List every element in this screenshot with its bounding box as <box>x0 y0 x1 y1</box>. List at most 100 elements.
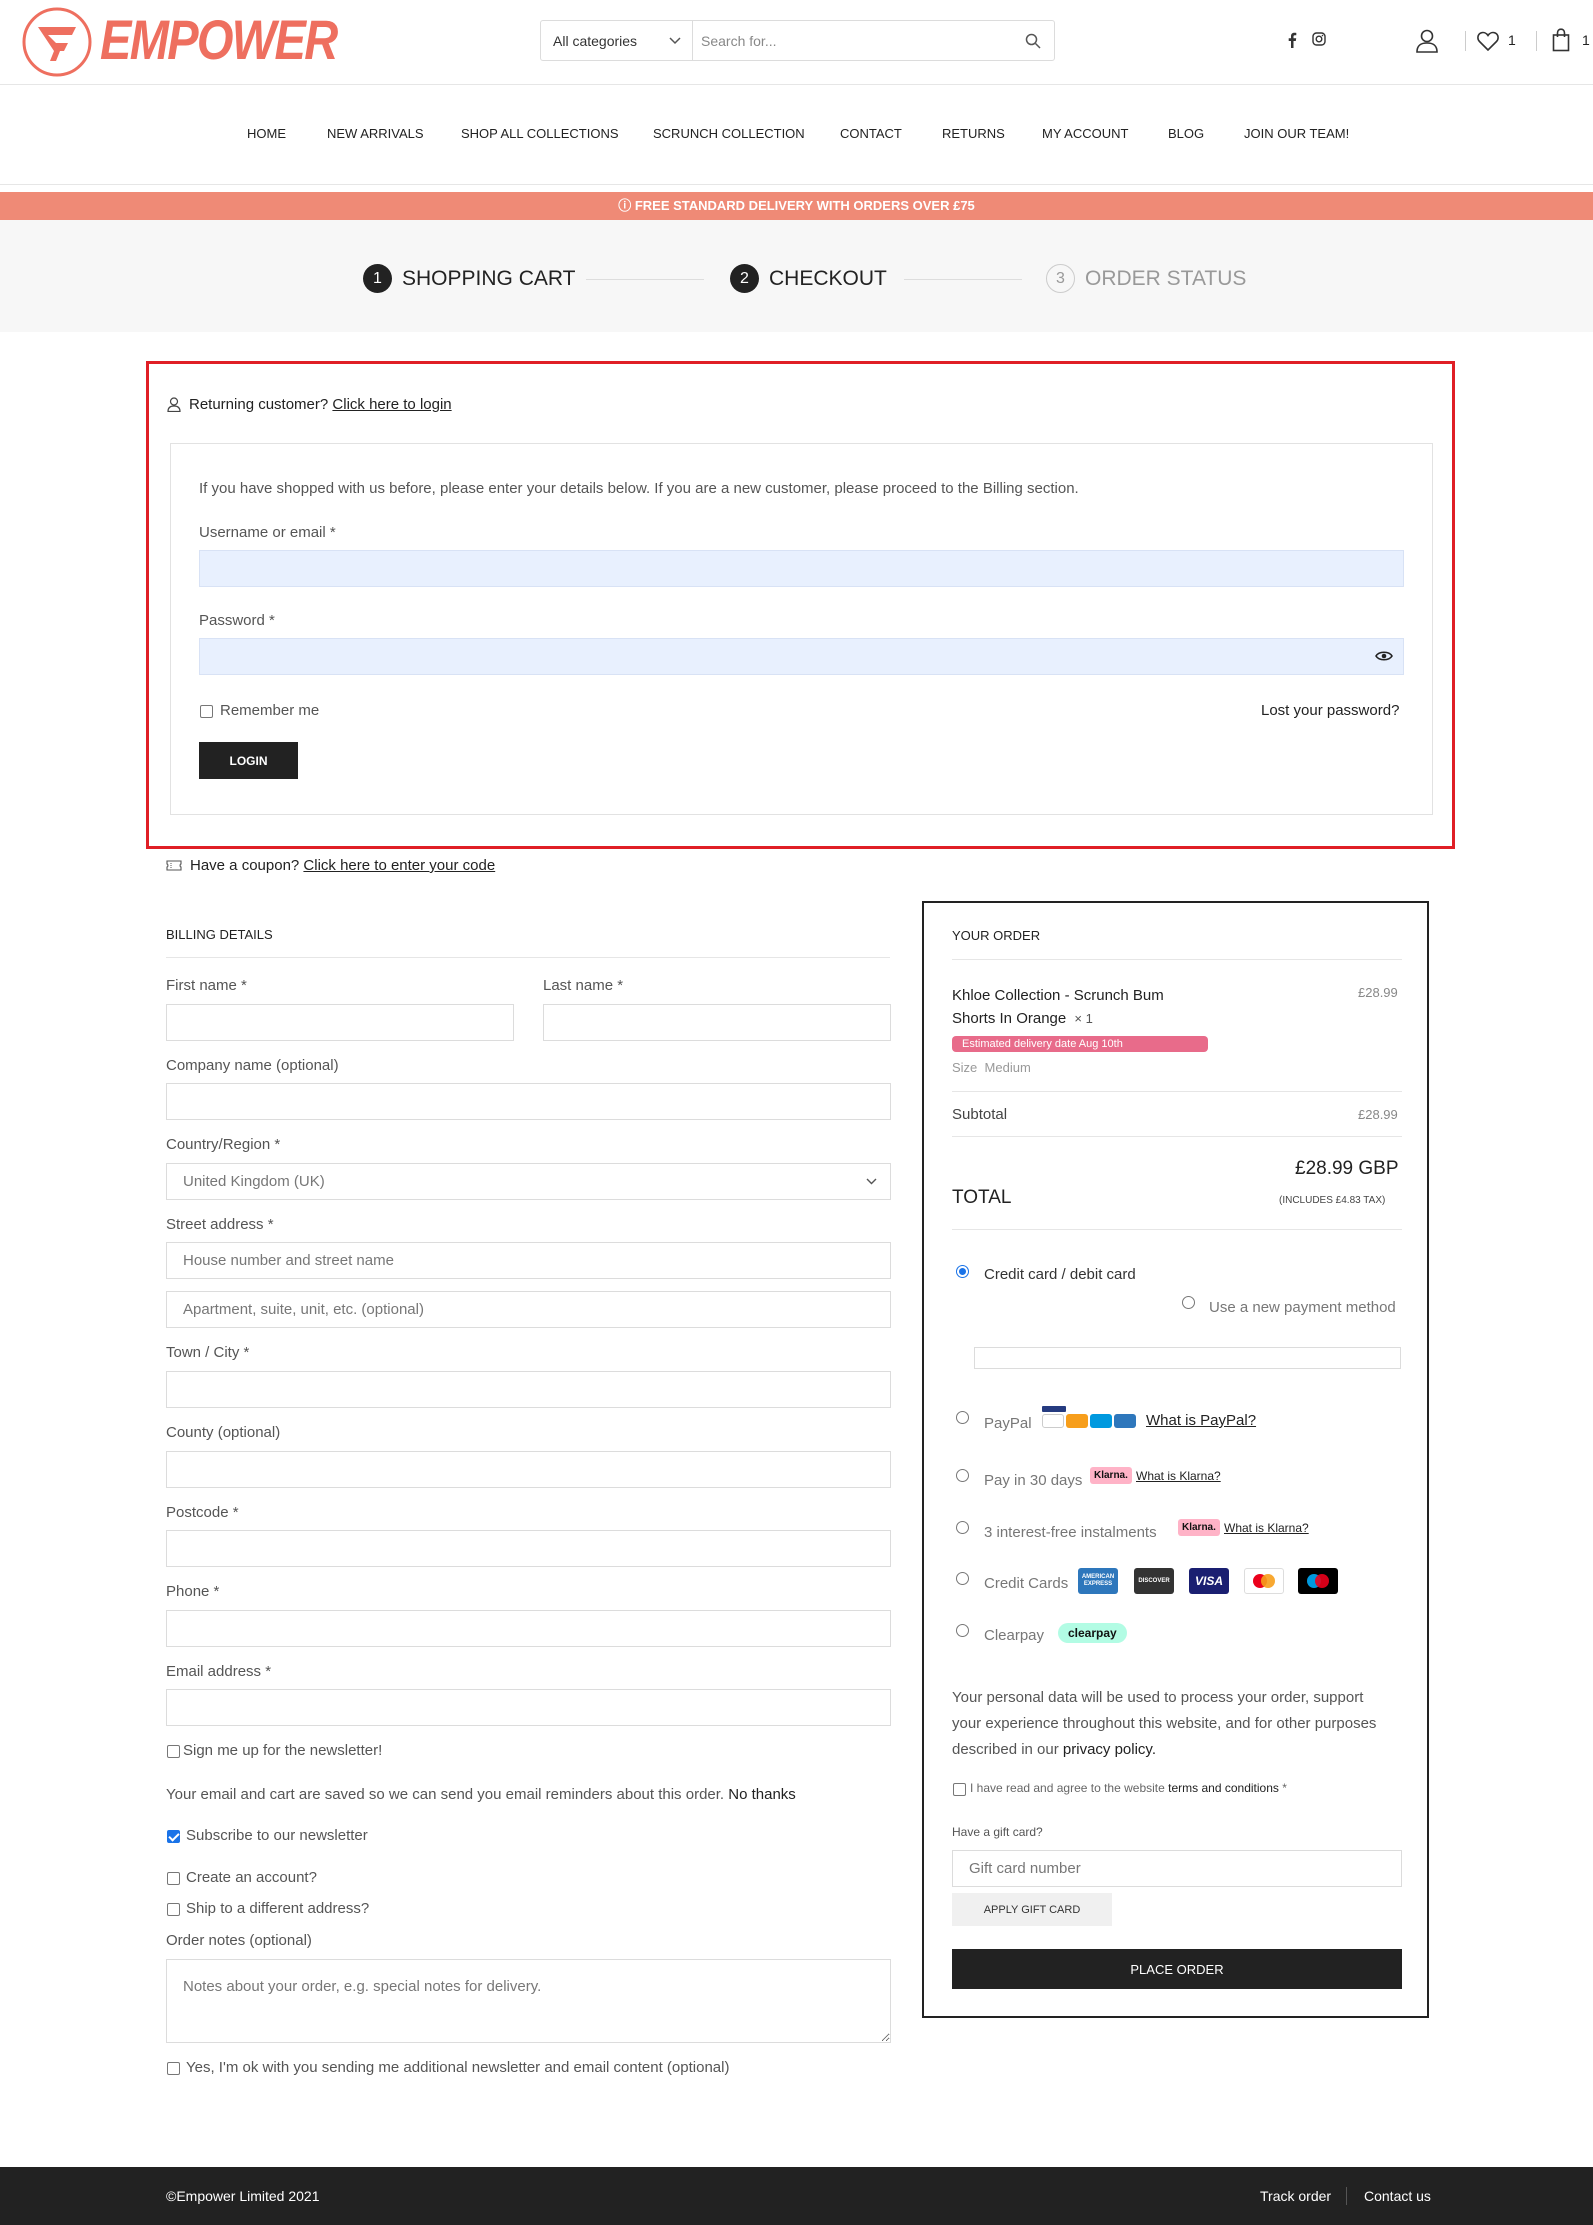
apply-gift-card-button[interactable]: APPLY GIFT CARD <box>952 1893 1112 1926</box>
step-label: CHECKOUT <box>769 266 887 290</box>
search-input[interactable] <box>701 28 1001 54</box>
last-name-field[interactable] <box>543 1004 891 1041</box>
account-icon[interactable] <box>1416 29 1438 53</box>
total-label: TOTAL <box>952 1187 1012 1208</box>
newsletter-signup-checkbox[interactable] <box>167 1745 180 1758</box>
search-bar: All categories <box>540 20 1055 61</box>
login-link[interactable]: Click here to login <box>332 396 451 413</box>
paypal-card-mastercard <box>1066 1414 1088 1428</box>
product-name-line-2: Shorts In Orange × 1 <box>952 1010 1093 1027</box>
town-field[interactable] <box>166 1371 891 1408</box>
gift-card-field[interactable] <box>952 1850 1402 1887</box>
ticket-icon <box>166 860 182 871</box>
size-label: Size <box>952 1060 978 1075</box>
shopping-bag-icon[interactable] <box>1552 28 1570 52</box>
nav-item-blog[interactable]: BLOG <box>1168 126 1204 141</box>
place-order-button[interactable]: PLACE ORDER <box>952 1949 1402 1989</box>
instalments-label: 3 interest-free instalments <box>984 1524 1157 1541</box>
ship-different-address-checkbox[interactable] <box>167 1903 180 1916</box>
cart-saved-text: Your email and cart are saved so we can … <box>166 1786 725 1803</box>
paypal-radio[interactable] <box>956 1411 969 1424</box>
facebook-icon[interactable] <box>1287 32 1297 48</box>
nav-item-shop-all-collections[interactable]: SHOP ALL COLLECTIONS <box>461 126 619 141</box>
street-address-field[interactable] <box>166 1242 891 1279</box>
discover-card-icon: DISCOVER <box>1134 1568 1174 1594</box>
county-field[interactable] <box>166 1451 891 1488</box>
country-label: Country/Region * <box>166 1136 281 1153</box>
remember-me-label: Remember me <box>220 702 320 719</box>
what-is-klarna-link[interactable]: What is Klarna? <box>1136 1469 1221 1483</box>
additional-newsletter-checkbox[interactable] <box>167 2062 180 2075</box>
coupon-link[interactable]: Click here to enter your code <box>303 857 495 874</box>
clearpay-label: Clearpay <box>984 1627 1045 1644</box>
username-field[interactable] <box>199 550 1404 587</box>
no-thanks-link[interactable]: No thanks <box>728 1786 796 1803</box>
phone-field[interactable] <box>166 1610 891 1647</box>
what-is-klarna-link[interactable]: What is Klarna? <box>1224 1521 1309 1535</box>
email-field[interactable] <box>166 1689 891 1726</box>
privacy-text-line-1: Your personal data will be used to proce… <box>952 1689 1364 1706</box>
terms-link[interactable]: terms and conditions <box>1168 1781 1279 1795</box>
paypal-acceptance-mark <box>1042 1406 1142 1428</box>
privacy-policy-link[interactable]: privacy policy. <box>1063 1741 1156 1758</box>
your-order-panel: YOUR ORDER Khloe Collection - Scrunch Bu… <box>922 901 1429 2018</box>
nav-item-new-arrivals[interactable]: NEW ARRIVALS <box>327 126 424 141</box>
order-notes-field[interactable] <box>166 1959 891 2043</box>
wishlist-heart-icon[interactable] <box>1477 31 1499 51</box>
subtotal-divider <box>952 1136 1402 1137</box>
credit-debit-radio[interactable] <box>956 1265 969 1278</box>
step-connector <box>904 279 1022 280</box>
postcode-field[interactable] <box>166 1530 891 1567</box>
username-label: Username or email * <box>199 524 336 541</box>
nav-item-home[interactable]: HOME <box>247 126 286 141</box>
pay-in-30-days-radio[interactable] <box>956 1469 969 1482</box>
company-field[interactable] <box>166 1083 891 1120</box>
main-navigation: HOME NEW ARRIVALS SHOP ALL COLLECTIONS S… <box>0 85 1593 185</box>
step-label: ORDER STATUS <box>1085 266 1247 290</box>
street-address-2-field[interactable] <box>166 1291 891 1328</box>
card-element-field[interactable] <box>974 1347 1401 1369</box>
logo-wordmark: EMPOWER <box>100 8 338 71</box>
product-name-2: Shorts In Orange <box>952 1010 1067 1027</box>
instalments-radio[interactable] <box>956 1521 969 1534</box>
clearpay-radio[interactable] <box>956 1624 969 1637</box>
terms-checkbox[interactable] <box>953 1783 966 1796</box>
country-select[interactable]: United Kingdom (UK) <box>166 1163 891 1200</box>
lost-password-link[interactable]: Lost your password? <box>1261 702 1399 719</box>
klarna-badge: Klarna. <box>1178 1519 1220 1536</box>
nav-item-contact[interactable]: CONTACT <box>840 126 902 141</box>
search-icon[interactable] <box>1025 33 1041 49</box>
cart-count: 1 <box>1582 32 1590 48</box>
password-label: Password * <box>199 612 275 629</box>
footer-copyright: ©Empower Limited 2021 <box>166 2188 320 2204</box>
login-button[interactable]: LOGIN <box>199 742 298 779</box>
returning-customer-text: Returning customer? <box>189 396 329 413</box>
nav-item-scrunch-collection[interactable]: SCRUNCH COLLECTION <box>653 126 805 141</box>
create-account-checkbox[interactable] <box>167 1872 180 1885</box>
new-payment-method-radio[interactable] <box>1182 1296 1195 1309</box>
postcode-label: Postcode * <box>166 1504 239 1521</box>
footer-contact-link[interactable]: Contact us <box>1364 2188 1431 2204</box>
discover-card-text: DISCOVER <box>1138 1578 1170 1584</box>
subscribe-newsletter-checkbox[interactable] <box>167 1830 180 1843</box>
step-shopping-cart[interactable]: 1 SHOPPING CART <box>363 264 575 293</box>
site-logo[interactable]: EMPOWER <box>20 5 338 79</box>
mastercard-card-icon <box>1244 1568 1284 1594</box>
terms-text: I have read and agree to the website <box>970 1781 1165 1795</box>
billing-title: BILLING DETAILS <box>166 927 273 942</box>
step-connector <box>586 279 704 280</box>
site-header: EMPOWER All categories 1 1 <box>0 0 1593 85</box>
password-field[interactable] <box>199 638 1404 675</box>
eye-icon[interactable] <box>1375 650 1393 662</box>
nav-item-join-our-team[interactable]: JOIN OUR TEAM! <box>1244 126 1349 141</box>
first-name-field[interactable] <box>166 1004 514 1041</box>
instagram-icon[interactable] <box>1312 32 1326 46</box>
category-select[interactable]: All categories <box>541 21 693 60</box>
privacy-text-line-3: described in our privacy policy. <box>952 1741 1156 1758</box>
nav-item-my-account[interactable]: MY ACCOUNT <box>1042 126 1128 141</box>
nav-item-returns[interactable]: RETURNS <box>942 126 1005 141</box>
remember-me-checkbox[interactable] <box>200 705 213 718</box>
what-is-paypal-link[interactable]: What is PayPal? <box>1146 1412 1256 1429</box>
footer-track-order-link[interactable]: Track order <box>1260 2188 1331 2204</box>
credit-cards-radio[interactable] <box>956 1572 969 1585</box>
